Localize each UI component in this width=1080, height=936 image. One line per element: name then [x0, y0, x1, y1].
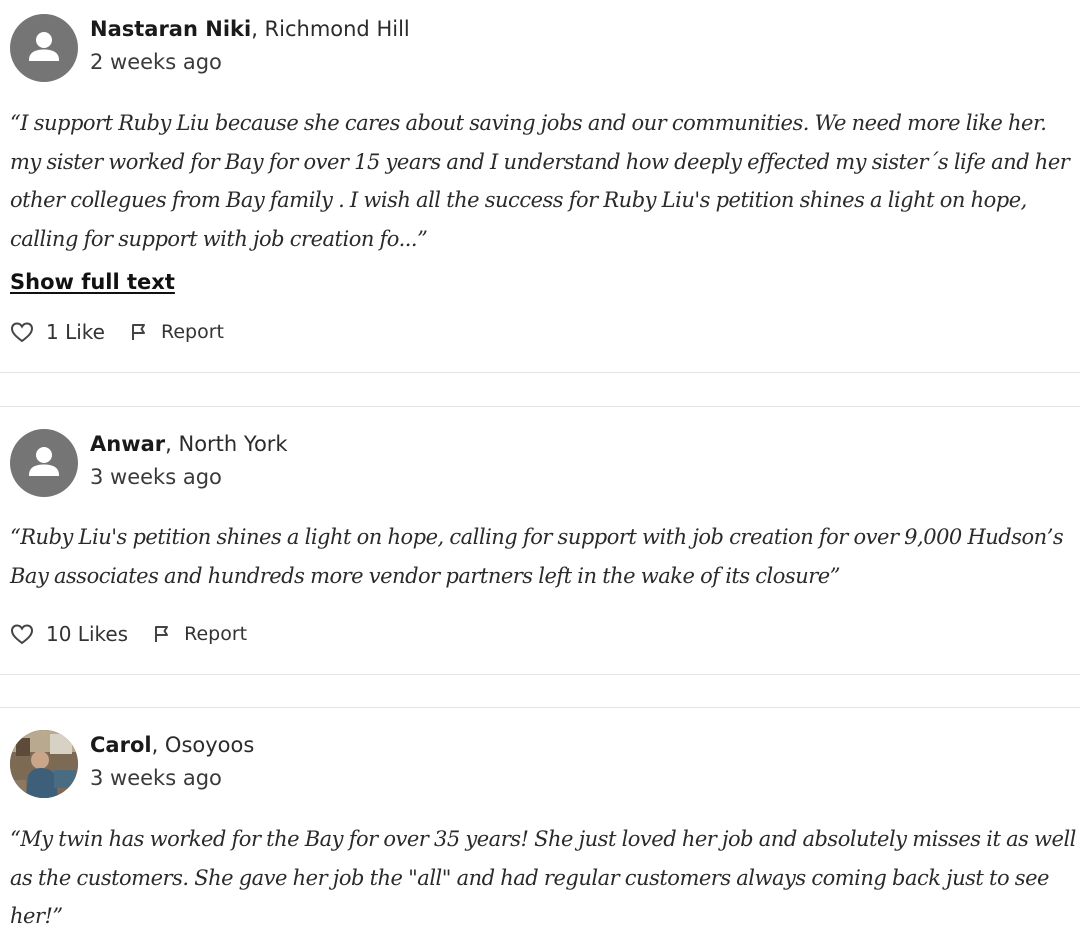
- report-button[interactable]: Report: [152, 623, 247, 645]
- like-button[interactable]: 10 Likes: [10, 622, 128, 646]
- divider: [0, 674, 1080, 675]
- author-line: Carol, Osoyoos: [90, 733, 254, 757]
- author-location: , North York: [165, 432, 288, 456]
- comment-text: “My twin has worked for the Bay for over…: [10, 827, 1076, 928]
- like-count: 1 Like: [46, 320, 105, 344]
- show-full-text-link[interactable]: Show full text: [10, 270, 175, 294]
- divider: [0, 707, 1080, 708]
- divider: [0, 406, 1080, 407]
- comment-time: 2 weeks ago: [90, 50, 222, 74]
- author-location: , Richmond Hill: [251, 17, 410, 41]
- author-name: Nastaran Niki: [90, 17, 252, 41]
- comment-text: “Ruby Liu's petition shines a light on h…: [10, 525, 1064, 588]
- flag-icon: [131, 324, 145, 340]
- author-line: Anwar, North York: [90, 432, 288, 456]
- heart-icon: [10, 624, 34, 645]
- avatar: [10, 429, 78, 497]
- comment-text: “I support Ruby Liu because she cares ab…: [10, 111, 1070, 251]
- like-button[interactable]: 1 Like: [10, 320, 105, 344]
- flag-icon: [155, 626, 169, 642]
- person-icon: [29, 447, 59, 476]
- author-location: , Osoyoos: [151, 733, 255, 757]
- avatar: [10, 730, 78, 798]
- report-label: Report: [160, 321, 224, 343]
- heart-icon: [10, 322, 34, 343]
- divider: [0, 372, 1080, 373]
- author-name: Carol: [90, 733, 152, 757]
- avatar: [10, 14, 78, 82]
- comment-time: 3 weeks ago: [90, 766, 222, 790]
- author-line: Nastaran Niki, Richmond Hill: [90, 17, 410, 41]
- comment-actions: 10 Likes Report: [10, 622, 247, 646]
- comment-time: 3 weeks ago: [90, 465, 222, 489]
- person-icon: [29, 32, 59, 61]
- report-button[interactable]: Report: [129, 321, 224, 343]
- report-label: Report: [184, 623, 248, 645]
- comment-actions: 1 Like Report: [10, 320, 224, 344]
- like-count: 10 Likes: [46, 622, 129, 646]
- author-name: Anwar: [90, 432, 166, 456]
- user-photo: [10, 730, 78, 798]
